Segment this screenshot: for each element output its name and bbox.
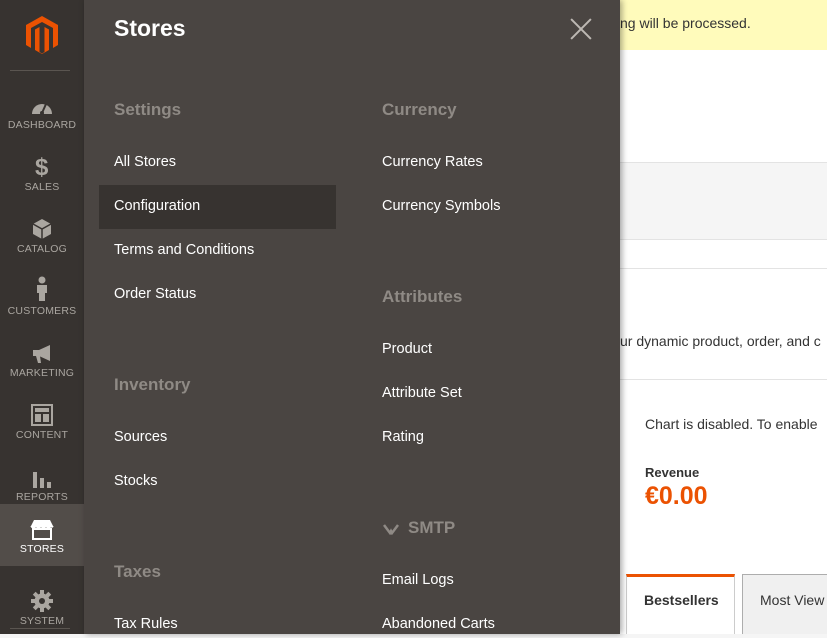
dashboard-page: ng will be processed. ur dynamic product… (620, 0, 827, 634)
section-settings: Settings (114, 100, 182, 119)
megaphone-icon (31, 334, 53, 364)
sidebar-item-stores[interactable]: STORES (0, 504, 84, 566)
gear-icon (31, 582, 53, 612)
sidebar-item-label: SALES (24, 181, 60, 193)
divider (10, 628, 70, 629)
link-attribute-set[interactable]: Attribute Set (382, 385, 462, 401)
section-smtp: SMTP (382, 518, 455, 538)
close-icon[interactable] (570, 18, 592, 40)
tab-bestsellers[interactable]: Bestsellers (626, 574, 735, 634)
advanced-reporting-text: ur dynamic product, order, and c (620, 333, 821, 349)
store-icon (29, 510, 55, 540)
smtp-heading: SMTP (408, 518, 456, 537)
layout-icon (31, 396, 53, 426)
cube-icon (31, 210, 53, 240)
revenue-label: Revenue (645, 465, 700, 480)
link-terms-and-conditions[interactable]: Terms and Conditions (114, 242, 254, 258)
link-all-stores[interactable]: All Stores (114, 154, 176, 170)
section-inventory: Inventory (114, 375, 191, 394)
sidebar-item-dashboard[interactable]: DASHBOARD (0, 80, 84, 142)
bar-chart-icon (32, 458, 52, 488)
link-product[interactable]: Product (382, 341, 432, 357)
dashboard-icon (30, 86, 54, 116)
sidebar-item-label: STORES (19, 543, 65, 555)
sidebar-item-catalog[interactable]: CATALOG (0, 204, 84, 266)
magento-logo[interactable] (0, 0, 84, 70)
link-tax-rules[interactable]: Tax Rules (114, 616, 178, 632)
link-rating[interactable]: Rating (382, 429, 424, 445)
link-currency-rates[interactable]: Currency Rates (382, 154, 483, 170)
dollar-icon: $ (34, 148, 50, 178)
sidebar-item-label: DASHBOARD (7, 119, 77, 131)
system-notice: ng will be processed. (620, 0, 827, 50)
divider (620, 268, 827, 269)
divider (10, 70, 70, 71)
submenu-title: Stores (114, 15, 186, 41)
sidebar-item-sales[interactable]: $ SALES (0, 142, 84, 204)
sidebar-item-label: MARKETING (9, 367, 75, 379)
svg-text:$: $ (35, 154, 49, 178)
section-taxes: Taxes (114, 562, 161, 581)
smtp-icon (383, 523, 399, 535)
link-configuration[interactable]: Configuration (114, 198, 200, 214)
sidebar-item-label: REPORTS (16, 491, 68, 503)
sidebar-item-label: CONTENT (15, 429, 69, 441)
divider (620, 379, 827, 380)
tab-most-viewed[interactable]: Most View (742, 574, 827, 634)
stores-submenu: Stores Settings All Stores Configuration… (84, 0, 620, 634)
link-stocks[interactable]: Stocks (114, 473, 158, 489)
chart-disabled-message: Chart is disabled. To enable (645, 416, 818, 432)
dashboard-toolbar (620, 162, 827, 240)
sidebar-item-label: SYSTEM (19, 615, 65, 627)
section-attributes: Attributes (382, 287, 463, 306)
sidebar-item-content[interactable]: CONTENT (0, 390, 84, 452)
link-order-status[interactable]: Order Status (114, 286, 196, 302)
sidebar-item-label: CATALOG (16, 243, 68, 255)
magento-logo-icon (26, 16, 58, 54)
sidebar-item-label: CUSTOMERS (7, 305, 77, 317)
link-abandoned-carts[interactable]: Abandoned Carts (382, 616, 495, 632)
section-currency: Currency (382, 100, 457, 119)
sidebar-item-customers[interactable]: CUSTOMERS (0, 266, 84, 328)
link-email-logs[interactable]: Email Logs (382, 572, 454, 588)
revenue-value: €0.00 (645, 482, 708, 510)
link-sources[interactable]: Sources (114, 429, 167, 445)
link-currency-symbols[interactable]: Currency Symbols (382, 198, 500, 214)
admin-sidebar: DASHBOARD $ SALES CATALOG CUSTOMERS MARK… (0, 0, 84, 634)
sidebar-item-marketing[interactable]: MARKETING (0, 328, 84, 390)
person-icon (35, 272, 49, 302)
